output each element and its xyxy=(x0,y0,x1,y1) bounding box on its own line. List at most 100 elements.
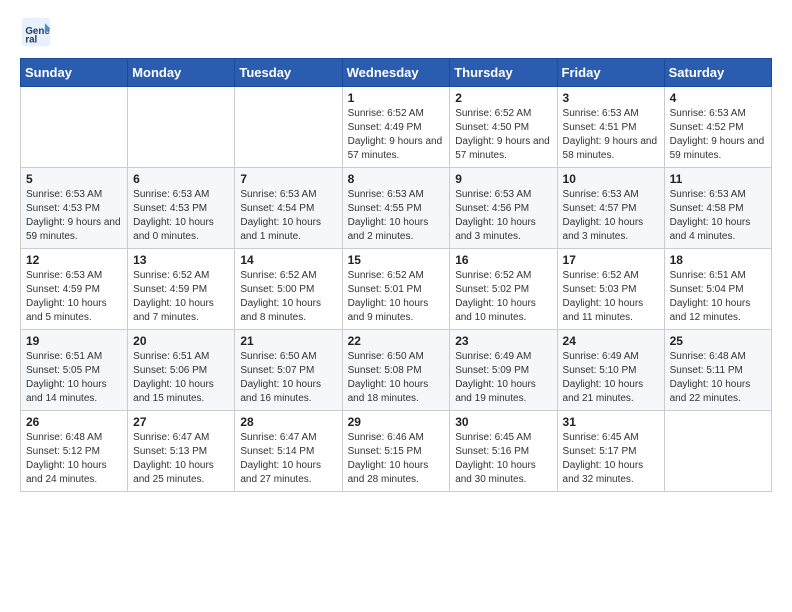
day-info: Sunrise: 6:51 AM Sunset: 5:05 PM Dayligh… xyxy=(26,350,122,406)
day-cell: 8 Sunrise: 6:53 AM Sunset: 4:55 PM Daylig… xyxy=(342,168,450,249)
day-info: Sunrise: 6:45 AM Sunset: 5:16 PM Dayligh… xyxy=(455,431,551,487)
day-cell: 9 Sunrise: 6:53 AM Sunset: 4:56 PM Daylig… xyxy=(450,168,557,249)
day-number: 24 xyxy=(563,334,659,348)
day-number: 20 xyxy=(133,334,229,348)
week-row-3: 12 Sunrise: 6:53 AM Sunset: 4:59 PM Dayli… xyxy=(21,249,772,330)
day-info: Sunrise: 6:53 AM Sunset: 4:57 PM Dayligh… xyxy=(563,188,659,244)
day-info: Sunrise: 6:52 AM Sunset: 5:01 PM Dayligh… xyxy=(348,269,445,325)
day-cell: 5 Sunrise: 6:53 AM Sunset: 4:53 PM Daylig… xyxy=(21,168,128,249)
day-cell: 12 Sunrise: 6:53 AM Sunset: 4:59 PM Dayli… xyxy=(21,249,128,330)
page: Gene ral SundayMondayTuesdayWednesdayThu… xyxy=(0,0,792,512)
day-number: 6 xyxy=(133,172,229,186)
day-number: 9 xyxy=(455,172,551,186)
day-cell: 26 Sunrise: 6:48 AM Sunset: 5:12 PM Dayli… xyxy=(21,411,128,492)
day-info: Sunrise: 6:53 AM Sunset: 4:53 PM Dayligh… xyxy=(26,188,122,244)
day-info: Sunrise: 6:51 AM Sunset: 5:04 PM Dayligh… xyxy=(670,269,766,325)
day-cell: 31Sunrise: 6:45 AM Sunset: 5:17 PM Dayli… xyxy=(557,411,664,492)
day-cell: 27Sunrise: 6:47 AM Sunset: 5:13 PM Dayli… xyxy=(128,411,235,492)
day-info: Sunrise: 6:50 AM Sunset: 5:08 PM Dayligh… xyxy=(348,350,445,406)
day-number: 8 xyxy=(348,172,445,186)
day-number: 13 xyxy=(133,253,229,267)
day-info: Sunrise: 6:50 AM Sunset: 5:07 PM Dayligh… xyxy=(240,350,336,406)
day-number: 27 xyxy=(133,415,229,429)
day-number: 14 xyxy=(240,253,336,267)
day-number: 30 xyxy=(455,415,551,429)
day-number: 28 xyxy=(240,415,336,429)
day-info: Sunrise: 6:48 AM Sunset: 5:12 PM Dayligh… xyxy=(26,431,122,487)
week-row-1: 1 Sunrise: 6:52 AM Sunset: 4:49 PM Daylig… xyxy=(21,87,772,168)
day-cell: 18Sunrise: 6:51 AM Sunset: 5:04 PM Dayli… xyxy=(664,249,771,330)
day-number: 11 xyxy=(670,172,766,186)
day-info: Sunrise: 6:52 AM Sunset: 4:49 PM Dayligh… xyxy=(348,107,445,163)
day-cell xyxy=(235,87,342,168)
calendar-table: SundayMondayTuesdayWednesdayThursdayFrid… xyxy=(20,58,772,492)
day-header-wednesday: Wednesday xyxy=(342,59,450,87)
week-row-2: 5 Sunrise: 6:53 AM Sunset: 4:53 PM Daylig… xyxy=(21,168,772,249)
day-number: 2 xyxy=(455,91,551,105)
day-header-monday: Monday xyxy=(128,59,235,87)
day-info: Sunrise: 6:48 AM Sunset: 5:11 PM Dayligh… xyxy=(670,350,766,406)
day-number: 19 xyxy=(26,334,122,348)
day-cell: 19 Sunrise: 6:51 AM Sunset: 5:05 PM Dayli… xyxy=(21,330,128,411)
day-cell: 16Sunrise: 6:52 AM Sunset: 5:02 PM Dayli… xyxy=(450,249,557,330)
day-info: Sunrise: 6:53 AM Sunset: 4:54 PM Dayligh… xyxy=(240,188,336,244)
day-cell: 21 Sunrise: 6:50 AM Sunset: 5:07 PM Dayli… xyxy=(235,330,342,411)
day-number: 23 xyxy=(455,334,551,348)
day-info: Sunrise: 6:45 AM Sunset: 5:17 PM Dayligh… xyxy=(563,431,659,487)
day-cell: 23 Sunrise: 6:49 AM Sunset: 5:09 PM Dayli… xyxy=(450,330,557,411)
day-number: 5 xyxy=(26,172,122,186)
week-row-5: 26 Sunrise: 6:48 AM Sunset: 5:12 PM Dayli… xyxy=(21,411,772,492)
day-number: 10 xyxy=(563,172,659,186)
day-number: 17 xyxy=(563,253,659,267)
day-cell xyxy=(21,87,128,168)
day-info: Sunrise: 6:53 AM Sunset: 4:58 PM Dayligh… xyxy=(670,188,766,244)
day-info: Sunrise: 6:49 AM Sunset: 5:10 PM Dayligh… xyxy=(563,350,659,406)
day-cell: 11 Sunrise: 6:53 AM Sunset: 4:58 PM Dayli… xyxy=(664,168,771,249)
day-number: 21 xyxy=(240,334,336,348)
svg-text:ral: ral xyxy=(25,35,37,46)
logo-icon: Gene ral xyxy=(20,16,52,48)
header-row: SundayMondayTuesdayWednesdayThursdayFrid… xyxy=(21,59,772,87)
day-cell: 17 Sunrise: 6:52 AM Sunset: 5:03 PM Dayli… xyxy=(557,249,664,330)
day-cell: 24 Sunrise: 6:49 AM Sunset: 5:10 PM Dayli… xyxy=(557,330,664,411)
day-info: Sunrise: 6:52 AM Sunset: 5:00 PM Dayligh… xyxy=(240,269,336,325)
day-number: 16 xyxy=(455,253,551,267)
day-cell: 2Sunrise: 6:52 AM Sunset: 4:50 PM Daylig… xyxy=(450,87,557,168)
day-header-friday: Friday xyxy=(557,59,664,87)
day-cell xyxy=(128,87,235,168)
day-info: Sunrise: 6:53 AM Sunset: 4:55 PM Dayligh… xyxy=(348,188,445,244)
day-cell: 10 Sunrise: 6:53 AM Sunset: 4:57 PM Dayli… xyxy=(557,168,664,249)
day-number: 12 xyxy=(26,253,122,267)
day-header-thursday: Thursday xyxy=(450,59,557,87)
day-cell: 7 Sunrise: 6:53 AM Sunset: 4:54 PM Daylig… xyxy=(235,168,342,249)
day-info: Sunrise: 6:52 AM Sunset: 5:03 PM Dayligh… xyxy=(563,269,659,325)
day-cell: 22 Sunrise: 6:50 AM Sunset: 5:08 PM Dayli… xyxy=(342,330,450,411)
day-cell: 15 Sunrise: 6:52 AM Sunset: 5:01 PM Dayli… xyxy=(342,249,450,330)
day-cell xyxy=(664,411,771,492)
day-cell: 14 Sunrise: 6:52 AM Sunset: 5:00 PM Dayli… xyxy=(235,249,342,330)
day-number: 15 xyxy=(348,253,445,267)
day-number: 22 xyxy=(348,334,445,348)
day-number: 25 xyxy=(670,334,766,348)
day-number: 26 xyxy=(26,415,122,429)
day-info: Sunrise: 6:46 AM Sunset: 5:15 PM Dayligh… xyxy=(348,431,445,487)
day-cell: 30 Sunrise: 6:45 AM Sunset: 5:16 PM Dayli… xyxy=(450,411,557,492)
day-header-tuesday: Tuesday xyxy=(235,59,342,87)
day-info: Sunrise: 6:47 AM Sunset: 5:14 PM Dayligh… xyxy=(240,431,336,487)
day-number: 1 xyxy=(348,91,445,105)
day-cell: 3Sunrise: 6:53 AM Sunset: 4:51 PM Daylig… xyxy=(557,87,664,168)
week-row-4: 19 Sunrise: 6:51 AM Sunset: 5:05 PM Dayli… xyxy=(21,330,772,411)
logo: Gene ral xyxy=(20,16,58,48)
day-info: Sunrise: 6:53 AM Sunset: 4:56 PM Dayligh… xyxy=(455,188,551,244)
day-number: 4 xyxy=(670,91,766,105)
day-info: Sunrise: 6:51 AM Sunset: 5:06 PM Dayligh… xyxy=(133,350,229,406)
day-info: Sunrise: 6:49 AM Sunset: 5:09 PM Dayligh… xyxy=(455,350,551,406)
day-number: 7 xyxy=(240,172,336,186)
day-info: Sunrise: 6:53 AM Sunset: 4:59 PM Dayligh… xyxy=(26,269,122,325)
header: Gene ral xyxy=(20,16,772,48)
day-number: 3 xyxy=(563,91,659,105)
day-cell: 29Sunrise: 6:46 AM Sunset: 5:15 PM Dayli… xyxy=(342,411,450,492)
day-info: Sunrise: 6:53 AM Sunset: 4:52 PM Dayligh… xyxy=(670,107,766,163)
day-cell: 1 Sunrise: 6:52 AM Sunset: 4:49 PM Daylig… xyxy=(342,87,450,168)
day-cell: 4 Sunrise: 6:53 AM Sunset: 4:52 PM Daylig… xyxy=(664,87,771,168)
